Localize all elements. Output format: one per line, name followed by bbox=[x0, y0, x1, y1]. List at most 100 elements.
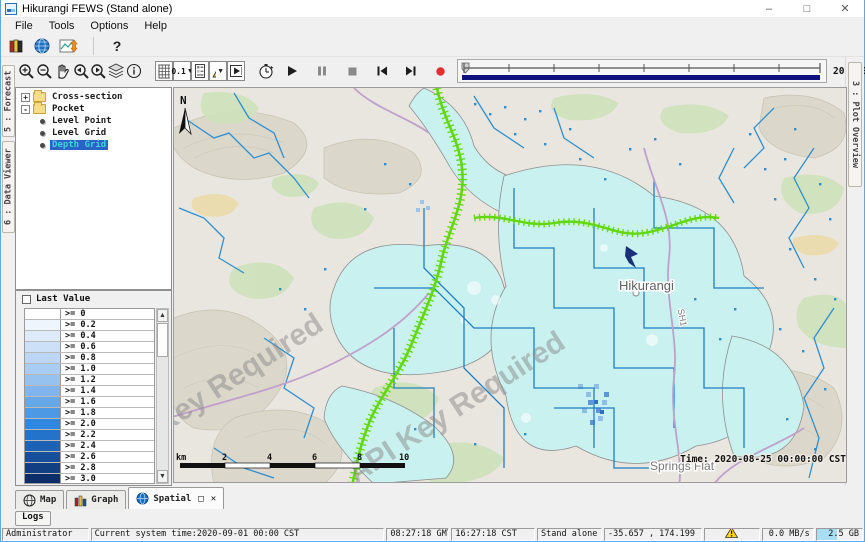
wire-globe-icon bbox=[23, 494, 36, 507]
tree-item[interactable]: Level Point bbox=[16, 115, 171, 127]
maximize-button[interactable]: □ bbox=[788, 0, 826, 17]
legend-row-label: >= 0.6 bbox=[61, 342, 154, 352]
svg-text:4: 4 bbox=[267, 453, 272, 463]
tree-item-label: Pocket bbox=[50, 104, 87, 114]
tab-forecast[interactable]: 5 : Forecast bbox=[2, 65, 15, 137]
chevron-down-icon: ▼ bbox=[217, 68, 224, 75]
classification-dropdown[interactable]: 0.1 ▼ bbox=[173, 61, 191, 81]
tree-item-label: Cross-section bbox=[50, 92, 124, 102]
logs-button[interactable]: Logs bbox=[15, 511, 51, 526]
time-slider[interactable] bbox=[457, 59, 827, 83]
checkbox-icon[interactable] bbox=[22, 295, 31, 304]
logs-row: Logs bbox=[15, 509, 51, 528]
legend-row-label: >= 3.0 bbox=[61, 474, 154, 484]
status-cell-label: 2.5 GB bbox=[828, 529, 859, 540]
legend-row-label: >= 0.2 bbox=[61, 320, 154, 330]
status-cell: 08:27:18 GMT bbox=[386, 528, 449, 541]
tab-close-icon[interactable]: ✕ bbox=[211, 494, 216, 504]
zoom-previous-icon[interactable] bbox=[71, 61, 89, 81]
main-toolbar: ? bbox=[1, 35, 864, 57]
legend-row: >= 2.8 bbox=[25, 463, 154, 474]
map-toolbar: 0.1 ▼ ▼ bbox=[1, 57, 864, 85]
layer-tree-panel: + Cross-section - Pocket Level Point Lev… bbox=[15, 87, 172, 290]
spatial-display-icon[interactable] bbox=[33, 36, 51, 56]
legend-row: >= 2.4 bbox=[25, 441, 154, 452]
globe-icon bbox=[136, 492, 149, 505]
legend-toggle-button[interactable] bbox=[191, 61, 209, 81]
status-cell-label: 16:27:18 CST bbox=[455, 529, 516, 540]
close-button[interactable]: ✕ bbox=[826, 0, 864, 17]
zoom-next-icon[interactable] bbox=[89, 61, 107, 81]
legend-row: >= 0.4 bbox=[25, 331, 154, 342]
legend-panel: Last Value >= 0 >= 0.2 >= 0.4 >= 0.6 >= … bbox=[15, 290, 172, 486]
play-button[interactable] bbox=[283, 61, 301, 81]
stop-button[interactable] bbox=[343, 61, 361, 81]
legend-scrollbar[interactable]: ▲ ▼ bbox=[156, 308, 169, 484]
legend-row-label: >= 2.2 bbox=[61, 430, 154, 440]
legend-row-label: >= 2.4 bbox=[61, 441, 154, 451]
status-cell: 2.5 GB bbox=[816, 528, 863, 541]
warning-threshold-dropdown[interactable]: ▼ bbox=[209, 61, 227, 81]
info-icon[interactable] bbox=[125, 61, 143, 81]
last-value-checkbox-row[interactable]: Last Value bbox=[16, 291, 171, 307]
svg-text:2: 2 bbox=[222, 453, 227, 463]
zoom-out-icon[interactable] bbox=[35, 61, 53, 81]
scroll-up-icon[interactable]: ▲ bbox=[157, 309, 168, 322]
status-cell-label: Administrator bbox=[6, 529, 73, 540]
town-label: Hikurangi bbox=[619, 278, 674, 293]
svg-text:10: 10 bbox=[399, 453, 409, 463]
window-title: Hikurangi FEWS (Stand alone) bbox=[22, 3, 172, 15]
tree-item[interactable]: - Pocket bbox=[16, 103, 171, 115]
step-last-button[interactable] bbox=[401, 61, 419, 81]
classification-value: 0.1 bbox=[171, 67, 185, 76]
minimize-button[interactable]: – bbox=[750, 0, 788, 17]
legend-row: >= 1.0 bbox=[25, 364, 154, 375]
legend-row-label: >= 2.0 bbox=[61, 419, 154, 429]
legend-color-swatch bbox=[25, 331, 61, 341]
title-bar: Hikurangi FEWS (Stand alone) – □ ✕ bbox=[1, 0, 864, 18]
right-tab-strip: 3 : Plot Overview bbox=[845, 57, 864, 485]
database-explorer-icon[interactable] bbox=[7, 36, 25, 56]
legend-row: >= 2.0 bbox=[25, 419, 154, 430]
zoom-in-icon[interactable] bbox=[17, 61, 35, 81]
legend-row-label: >= 1.4 bbox=[61, 386, 154, 396]
layers-icon[interactable] bbox=[107, 61, 125, 81]
legend-color-swatch bbox=[25, 364, 61, 374]
tree-item[interactable]: Level Grid bbox=[16, 127, 171, 139]
menu-item[interactable]: Help bbox=[136, 19, 175, 34]
folder-icon bbox=[33, 104, 46, 114]
tree-expander-icon[interactable]: + bbox=[21, 93, 30, 102]
status-warning-icon[interactable] bbox=[725, 528, 738, 541]
scrollbar-thumb[interactable] bbox=[157, 323, 168, 357]
tab-graph[interactable]: Graph bbox=[66, 490, 126, 509]
tree-expander-icon[interactable]: - bbox=[21, 105, 30, 114]
status-cell-label: 0.0 MB/s bbox=[769, 529, 810, 540]
grid-display-button[interactable] bbox=[155, 61, 173, 81]
legend-row: >= 0 bbox=[25, 309, 154, 320]
app-logo-icon bbox=[5, 3, 17, 15]
menu-item[interactable]: Options bbox=[82, 19, 136, 34]
tab-map[interactable]: Map bbox=[15, 490, 64, 509]
pause-button[interactable] bbox=[313, 61, 331, 81]
legend-row-label: >= 0.4 bbox=[61, 331, 154, 341]
help-icon[interactable]: ? bbox=[108, 36, 126, 56]
menu-item[interactable]: File bbox=[7, 19, 41, 34]
record-button[interactable] bbox=[431, 61, 449, 81]
animation-panel-button[interactable] bbox=[227, 61, 245, 81]
pan-hand-icon[interactable] bbox=[53, 61, 71, 81]
tab-maximize-icon[interactable]: □ bbox=[198, 494, 203, 504]
tree-item[interactable]: Depth Grid bbox=[16, 139, 171, 151]
tree-item-label: Level Grid bbox=[50, 128, 108, 138]
tab-data-viewer[interactable]: 6 : Data Viewer bbox=[2, 141, 15, 233]
tab-plot-overview[interactable]: 3 : Plot Overview bbox=[848, 62, 862, 187]
timeseries-dialog-icon[interactable] bbox=[59, 36, 79, 56]
time-settings-icon[interactable] bbox=[257, 61, 275, 81]
status-cell-label: 08:27:18 GMT bbox=[390, 529, 449, 540]
step-first-button[interactable] bbox=[373, 61, 391, 81]
tab-spatial[interactable]: Spatial □ ✕ bbox=[128, 487, 224, 509]
map-canvas[interactable]: SH1 Hikurangi Springs Flat API Key Requi… bbox=[174, 88, 847, 483]
scroll-down-icon[interactable]: ▼ bbox=[157, 470, 168, 483]
menu-item[interactable]: Tools bbox=[41, 19, 83, 34]
map-view[interactable]: SH1 Hikurangi Springs Flat API Key Requi… bbox=[173, 87, 847, 483]
legend-color-swatch bbox=[25, 342, 61, 352]
